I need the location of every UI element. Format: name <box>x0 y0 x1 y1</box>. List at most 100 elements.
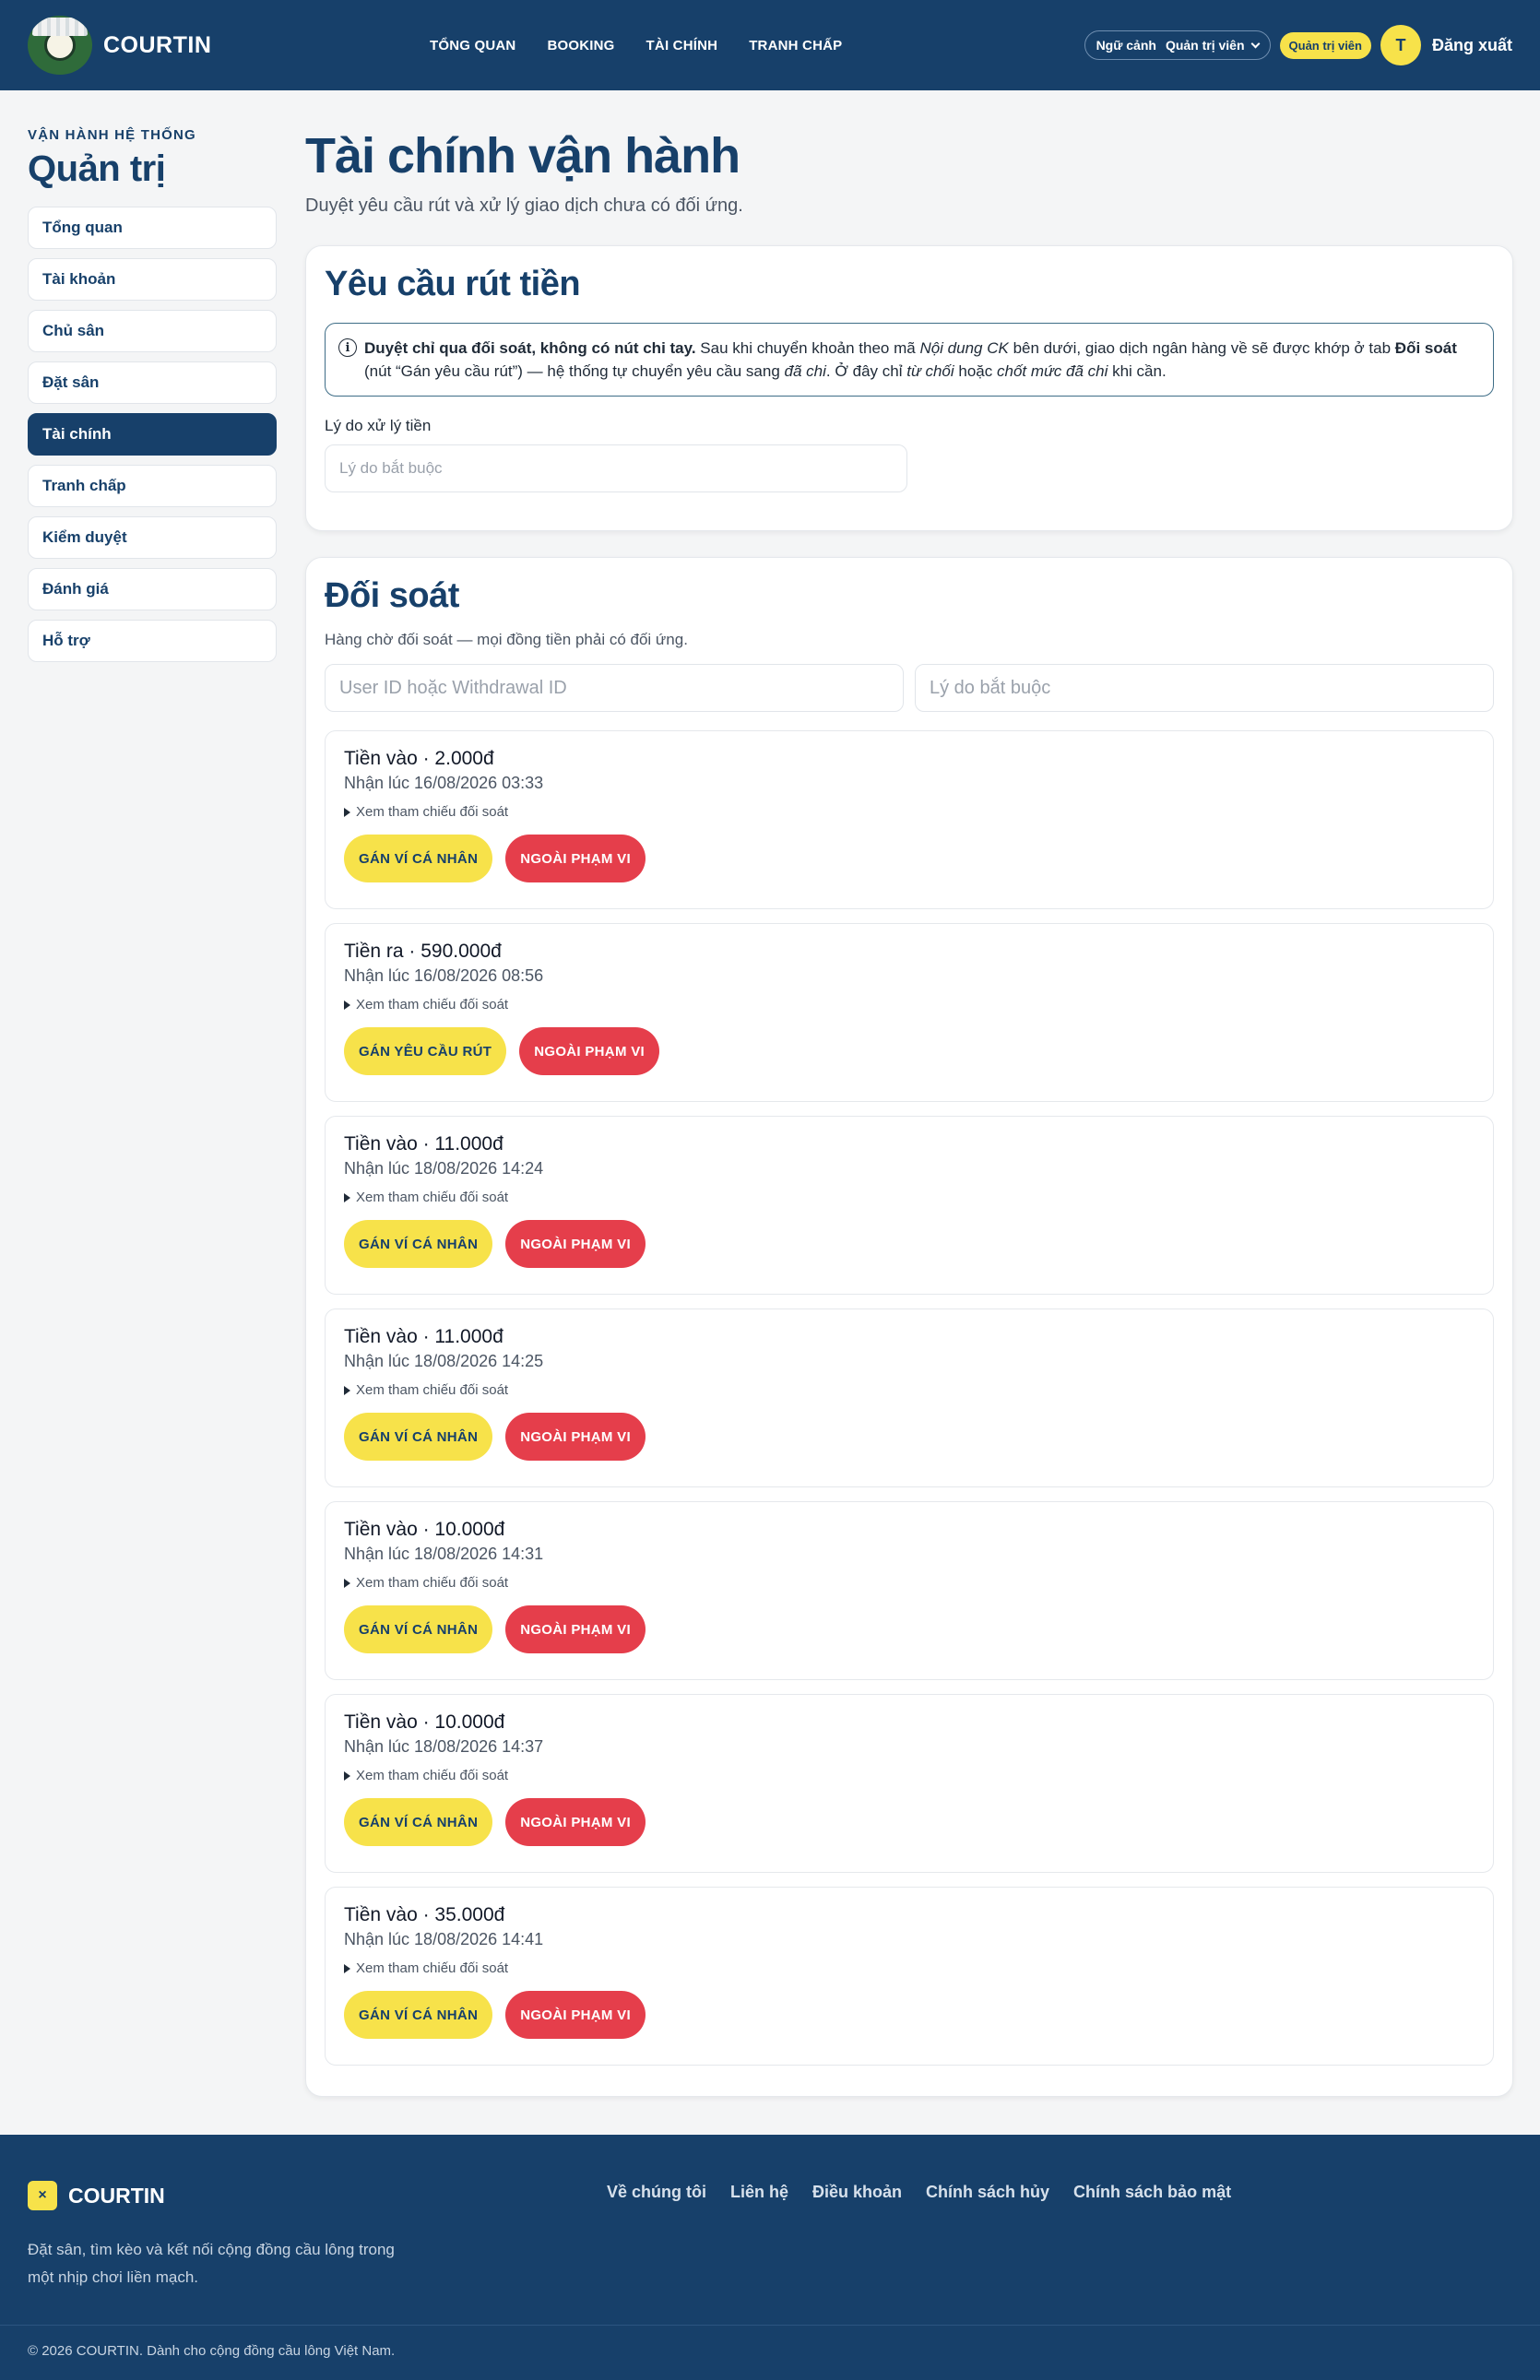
reference-label: Xem tham chiếu đối soát <box>356 1575 509 1591</box>
transaction-title: Tiền vào · 2.000đ <box>344 748 494 769</box>
notice-strong-1: Duyệt chỉ qua đối soát, không có nút chi… <box>364 339 696 357</box>
reference-toggle[interactable]: Xem tham chiếu đối soát <box>344 1575 1475 1591</box>
top-header: COURTIN TỔNG QUAN BOOKING TÀI CHÍNH TRAN… <box>0 0 1540 90</box>
nav-booking[interactable]: BOOKING <box>547 38 614 53</box>
reference-label: Xem tham chiếu đối soát <box>356 997 509 1012</box>
reconcile-subtitle: Hàng chờ đối soát — mọi đồng tiền phải c… <box>325 631 688 648</box>
sidebar-item-accounts[interactable]: Tài khoản <box>28 258 277 301</box>
sidebar-title: Quản trị <box>28 148 166 189</box>
disclosure-triangle-icon <box>344 1963 350 1973</box>
disclosure-triangle-icon <box>344 1192 350 1202</box>
notice-text-1: Sau khi chuyển khoản theo mã <box>695 339 920 357</box>
out-of-scope-button[interactable]: NGOÀI PHẠM VI <box>505 1991 646 2039</box>
out-of-scope-button[interactable]: NGOÀI PHẠM VI <box>519 1027 659 1075</box>
transaction-title: Tiền ra · 590.000đ <box>344 941 502 962</box>
reference-label: Xem tham chiếu đối soát <box>356 1768 509 1783</box>
sidebar-item-overview[interactable]: Tổng quan <box>28 207 277 249</box>
transaction-title: Tiền vào · 11.000đ <box>344 1326 503 1347</box>
transaction-item: Tiền vào · 11.000đ Nhận lúc 18/08/2026 1… <box>325 1308 1494 1487</box>
transaction-item: Tiền vào · 2.000đ Nhận lúc 16/08/2026 03… <box>325 730 1494 909</box>
assign-withdrawal-button[interactable]: GÁN YÊU CẦU RÚT <box>344 1027 507 1075</box>
reference-label: Xem tham chiếu đối soát <box>356 804 509 820</box>
nav-overview[interactable]: TỔNG QUAN <box>430 38 515 53</box>
reconciliation-card: Đối soát Hàng chờ đối soát — mọi đồng ti… <box>305 557 1513 2097</box>
transaction-time: Nhận lúc 16/08/2026 08:56 <box>344 966 544 985</box>
out-of-scope-button[interactable]: NGOÀI PHẠM VI <box>505 1798 646 1846</box>
transaction-title: Tiền vào · 35.000đ <box>344 1904 505 1925</box>
transaction-time: Nhận lúc 18/08/2026 14:31 <box>344 1545 544 1563</box>
out-of-scope-button[interactable]: NGOÀI PHẠM VI <box>505 835 646 882</box>
sidebar-item-owners[interactable]: Chủ sân <box>28 310 277 352</box>
reference-toggle[interactable]: Xem tham chiếu đối soát <box>344 1382 1475 1398</box>
sidebar-item-bookings[interactable]: Đặt sân <box>28 361 277 404</box>
main-nav: TỔNG QUAN BOOKING TÀI CHÍNH TRANH CHẤP <box>430 0 842 90</box>
footer-brand: COURTIN <box>68 2183 165 2208</box>
assign-wallet-button[interactable]: GÁN VÍ CÁ NHÂN <box>344 1798 493 1846</box>
transaction-title: Tiền vào · 10.000đ <box>344 1711 505 1733</box>
nav-disputes[interactable]: TRANH CHẤP <box>749 38 842 53</box>
sidebar-menu: Tổng quan Tài khoản Chủ sân Đặt sân Tài … <box>28 207 277 662</box>
transaction-time: Nhận lúc 16/08/2026 03:33 <box>344 774 544 792</box>
sidebar-item-disputes[interactable]: Tranh chấp <box>28 465 277 507</box>
transaction-item: Tiền ra · 590.000đ Nhận lúc 16/08/2026 0… <box>325 923 1494 1102</box>
reconcile-notice: i Duyệt chỉ qua đối soát, không có nút c… <box>325 323 1494 397</box>
footer-logo[interactable]: × COURTIN <box>28 2181 165 2210</box>
reference-label: Xem tham chiếu đối soát <box>356 1960 509 1976</box>
notice-em-2: đã chi <box>784 362 826 380</box>
out-of-scope-button[interactable]: NGOÀI PHẠM VI <box>505 1220 646 1268</box>
sidebar-item-moderation[interactable]: Kiểm duyệt <box>28 516 277 559</box>
disclosure-triangle-icon <box>344 1000 350 1010</box>
user-or-withdrawal-id-input[interactable]: User ID hoặc Withdrawal ID <box>325 664 904 712</box>
withdraw-requests-card: Yêu cầu rút tiền i Duyệt chỉ qua đối soá… <box>305 245 1513 531</box>
transaction-list: Tiền vào · 2.000đ Nhận lúc 16/08/2026 03… <box>325 730 1494 2066</box>
reference-toggle[interactable]: Xem tham chiếu đối soát <box>344 997 1475 1012</box>
footer-links: Về chúng tôi Liên hệ Điều khoản Chính sá… <box>607 2183 1231 2202</box>
assign-wallet-button[interactable]: GÁN VÍ CÁ NHÂN <box>344 1605 493 1653</box>
nav-finance[interactable]: TÀI CHÍNH <box>646 38 718 53</box>
out-of-scope-button[interactable]: NGOÀI PHẠM VI <box>505 1605 646 1653</box>
reconcile-filters: User ID hoặc Withdrawal ID Lý do bắt buộ… <box>325 664 1494 712</box>
footer-link-terms[interactable]: Điều khoản <box>812 2183 902 2202</box>
sidebar-item-support[interactable]: Hỗ trợ <box>28 620 277 662</box>
footer-link-about[interactable]: Về chúng tôi <box>607 2183 706 2202</box>
transaction-item: Tiền vào · 10.000đ Nhận lúc 18/08/2026 1… <box>325 1694 1494 1873</box>
sidebar-item-finance[interactable]: Tài chính <box>28 413 277 456</box>
notice-text-4: . Ở đây chỉ <box>825 362 907 380</box>
reference-toggle[interactable]: Xem tham chiếu đối soát <box>344 1768 1475 1783</box>
footer-link-cancellation[interactable]: Chính sách hủy <box>926 2183 1049 2202</box>
out-of-scope-button[interactable]: NGOÀI PHẠM VI <box>505 1413 646 1461</box>
transaction-time: Nhận lúc 18/08/2026 14:37 <box>344 1737 544 1756</box>
notice-text-3: (nút “Gán yêu cầu rút”) — hệ thống tự ch… <box>364 362 785 380</box>
reference-toggle[interactable]: Xem tham chiếu đối soát <box>344 1190 1475 1205</box>
reason-label: Lý do xử lý tiền <box>325 417 432 434</box>
assign-wallet-button[interactable]: GÁN VÍ CÁ NHÂN <box>344 1991 493 2039</box>
context-label: Ngữ cảnh <box>1096 38 1156 53</box>
notice-em-1: Nội dung CK <box>919 339 1009 357</box>
brand-name: COURTIN <box>103 31 212 58</box>
footer-link-contact[interactable]: Liên hệ <box>730 2183 788 2202</box>
footer-copyright: © 2026 COURTIN. Dành cho cộng đồng cầu l… <box>28 2343 396 2359</box>
avatar[interactable]: T <box>1380 25 1421 65</box>
disclosure-triangle-icon <box>344 1385 350 1395</box>
shuttle-logo-icon: × <box>28 2181 57 2210</box>
header-actions: Ngữ cảnh Quản trị viên Quản trị viên T Đ… <box>1084 0 1512 90</box>
reconcile-reason-input[interactable]: Lý do bắt buộc <box>915 664 1494 712</box>
sidebar-item-reviews[interactable]: Đánh giá <box>28 568 277 610</box>
assign-wallet-button[interactable]: GÁN VÍ CÁ NHÂN <box>344 1220 493 1268</box>
reference-toggle[interactable]: Xem tham chiếu đối soát <box>344 804 1475 820</box>
reference-toggle[interactable]: Xem tham chiếu đối soát <box>344 1960 1475 1976</box>
chevron-down-icon <box>1250 39 1260 48</box>
page-subtitle: Duyệt yêu cầu rút và xử lý giao dịch chư… <box>305 195 743 216</box>
assign-wallet-button[interactable]: GÁN VÍ CÁ NHÂN <box>344 835 493 882</box>
assign-wallet-button[interactable]: GÁN VÍ CÁ NHÂN <box>344 1413 493 1461</box>
reference-label: Xem tham chiếu đối soát <box>356 1382 509 1398</box>
disclosure-triangle-icon <box>344 1770 350 1781</box>
footer-link-privacy[interactable]: Chính sách bảo mật <box>1073 2183 1231 2202</box>
brand-logo[interactable]: COURTIN <box>28 16 211 75</box>
logout-button[interactable]: Đăng xuất <box>1432 36 1512 55</box>
notice-em-4: chốt mức đã chi <box>996 362 1108 380</box>
withdraw-reason-input[interactable]: Lý do bắt buộc <box>325 444 907 492</box>
context-switcher[interactable]: Ngữ cảnh Quản trị viên <box>1084 30 1271 60</box>
transaction-time: Nhận lúc 18/08/2026 14:25 <box>344 1352 544 1370</box>
page-title: Tài chính vận hành <box>305 128 740 184</box>
